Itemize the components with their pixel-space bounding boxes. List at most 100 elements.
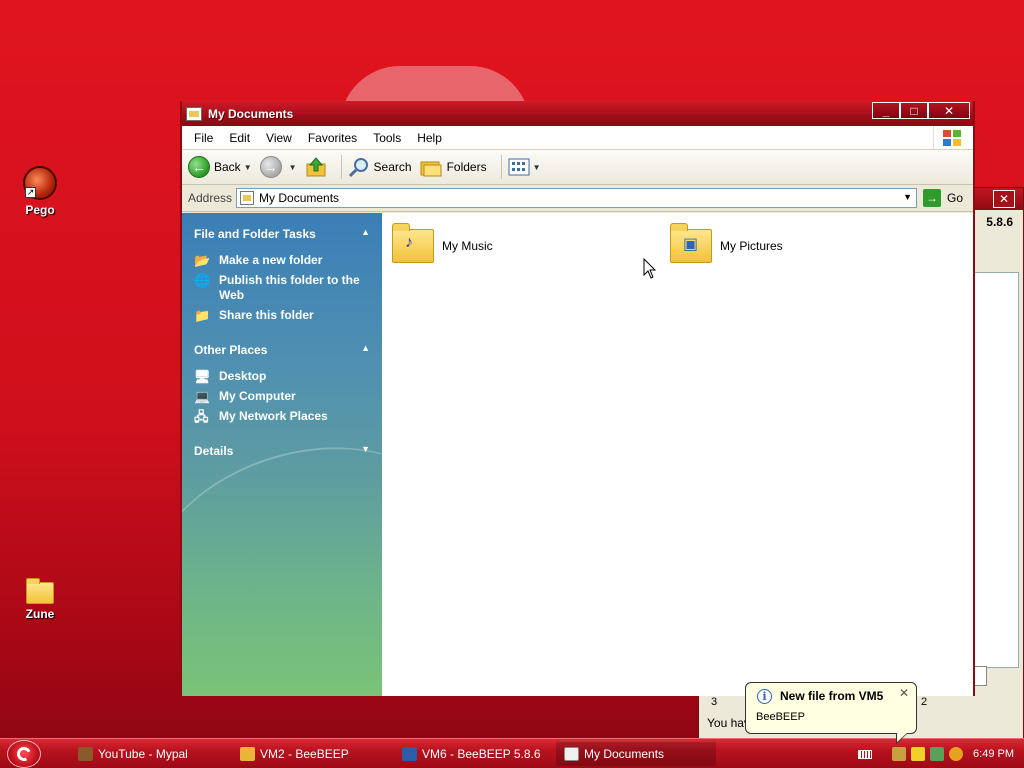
address-bar: Address My Documents ▼ → Go	[182, 185, 973, 212]
chevron-down-icon[interactable]: ▼	[361, 444, 370, 458]
chevron-down-icon[interactable]: ▼	[289, 163, 297, 172]
file-folder-tasks-section: File and Folder Tasks ▲ 📂 Make a new fol…	[194, 227, 370, 323]
address-input[interactable]: My Documents ▼	[236, 188, 918, 208]
place-label: Desktop	[219, 369, 267, 383]
file-view[interactable]: ♪ My Music ▣ My Pictures	[382, 213, 973, 696]
section-header[interactable]: Other Places ▲	[194, 343, 370, 357]
balloon-title: New file from VM5	[780, 689, 884, 703]
place-desktop[interactable]: 🖥 Desktop	[194, 369, 370, 384]
task-label: Publish this folder to the Web	[219, 273, 360, 302]
menu-help[interactable]: Help	[409, 131, 450, 145]
info-icon: i	[757, 689, 772, 704]
address-label: Address	[188, 191, 233, 205]
views-button[interactable]: ▼	[508, 158, 541, 176]
network-tray-icon[interactable]	[930, 747, 945, 761]
taskbar-button-label: VM2 - BeeBEEP	[260, 746, 349, 761]
menu-tools[interactable]: Tools	[365, 131, 409, 145]
desktop-icon: 🖥	[194, 369, 211, 384]
my-documents-icon	[564, 746, 579, 761]
address-value: My Documents	[259, 191, 340, 205]
taskbar-button-youtube-mypal[interactable]: YouTube - Mypal	[70, 742, 230, 766]
my-documents-icon	[186, 106, 202, 121]
chevron-up-icon[interactable]: ▲	[361, 227, 370, 241]
go-arrow-icon: →	[923, 189, 942, 207]
task-label: Make a new folder	[219, 253, 323, 267]
section-header[interactable]: File and Folder Tasks ▲	[194, 227, 370, 241]
up-folder-button[interactable]	[305, 156, 327, 178]
menu-edit[interactable]: Edit	[221, 131, 258, 145]
search-icon	[348, 158, 368, 178]
taskbar-button-label: VM6 - BeeBEEP 5.8.6	[422, 746, 541, 761]
forward-button[interactable]: → ▼	[259, 156, 297, 178]
chevron-down-icon[interactable]: ▼	[533, 163, 541, 172]
maximize-button[interactable]: □	[900, 102, 928, 119]
counter-left: 3	[711, 696, 718, 708]
folders-icon	[420, 161, 442, 177]
close-button[interactable]: ✕	[928, 102, 970, 119]
taskbar-button-label: YouTube - Mypal	[98, 746, 188, 761]
vm-icon	[402, 746, 417, 761]
system-tray: 6:49 PM	[854, 739, 1024, 768]
task-make-new-folder[interactable]: 📂 Make a new folder	[194, 253, 370, 268]
clock[interactable]: 6:49 PM	[973, 748, 1014, 760]
forward-arrow-icon: →	[259, 156, 282, 178]
taskbar-button-my-documents[interactable]: My Documents	[556, 741, 716, 766]
windows-logo-icon	[933, 126, 969, 149]
start-orb-icon	[7, 739, 41, 768]
folder-my-pictures[interactable]: ▣ My Pictures	[670, 223, 783, 263]
folders-button[interactable]: Folders	[420, 157, 487, 177]
section-title: File and Folder Tasks	[194, 227, 316, 241]
task-pane: File and Folder Tasks ▲ 📂 Make a new fol…	[182, 213, 382, 696]
background-close-button[interactable]: ✕	[993, 190, 1015, 208]
minimize-button[interactable]: _	[872, 102, 900, 119]
back-button[interactable]: ← Back ▼	[188, 156, 252, 178]
shield-icon[interactable]	[911, 747, 926, 761]
task-share-folder[interactable]: 📁 Share this folder	[194, 308, 370, 323]
folders-label: Folders	[446, 160, 487, 174]
section-header[interactable]: Details ▼	[194, 444, 370, 458]
menu-bar: File Edit View Favorites Tools Help	[182, 126, 973, 150]
back-arrow-icon: ←	[188, 156, 210, 178]
task-publish-to-web[interactable]: 🌐 Publish this folder to the Web	[194, 273, 370, 303]
window-content: File and Folder Tasks ▲ 📂 Make a new fol…	[182, 213, 973, 696]
taskbar-button-vm6-beebeep[interactable]: VM6 - BeeBEEP 5.8.6	[394, 742, 554, 766]
go-button[interactable]: → Go	[923, 189, 963, 207]
details-section: Details ▼	[194, 444, 370, 458]
back-label: Back	[214, 160, 241, 174]
window-controls: _ □ ✕	[872, 102, 970, 119]
folder-name: My Music	[442, 239, 493, 253]
search-button[interactable]: Search	[348, 156, 412, 178]
balloon-tail-inner	[897, 733, 907, 742]
task-label: Share this folder	[219, 308, 314, 322]
section-title: Other Places	[194, 343, 268, 357]
taskbar-button-label: My Documents	[584, 746, 665, 761]
window-titlebar[interactable]: My Documents _ □ ✕	[182, 101, 973, 126]
search-tray-icon[interactable]	[949, 747, 964, 761]
menu-favorites[interactable]: Favorites	[300, 131, 365, 145]
standard-toolbar: ← Back ▼ → ▼ Search Folders ▼	[182, 150, 973, 185]
place-my-network-places[interactable]: 🖧 My Network Places	[194, 409, 370, 424]
explorer-window[interactable]: My Documents _ □ ✕ File Edit View Favori…	[180, 101, 975, 696]
taskbar-button-vm2-beebeep[interactable]: VM2 - BeeBEEP	[232, 742, 392, 766]
pego-app-icon: ↗	[23, 166, 57, 200]
computer-icon: 💻	[194, 389, 211, 404]
music-folder-icon: ♪	[392, 223, 434, 263]
share-folder-icon: 📁	[194, 308, 211, 323]
desktop-icon-pego[interactable]: ↗ Pego	[8, 166, 72, 217]
menu-file[interactable]: File	[186, 131, 221, 145]
beebeep-tray-icon[interactable]	[892, 747, 907, 761]
chevron-up-icon[interactable]: ▲	[361, 343, 370, 357]
version-label: 5.8.6	[986, 215, 1013, 229]
menu-view[interactable]: View	[258, 131, 300, 145]
beebeep-icon	[240, 746, 255, 761]
chevron-down-icon[interactable]: ▼	[903, 192, 912, 202]
start-button[interactable]	[0, 739, 48, 768]
desktop-icon-zune[interactable]: Zune	[8, 576, 72, 621]
place-my-computer[interactable]: 💻 My Computer	[194, 389, 370, 404]
chevron-down-icon[interactable]: ▼	[244, 163, 252, 172]
folder-my-music[interactable]: ♪ My Music	[392, 223, 493, 263]
other-places-section: Other Places ▲ 🖥 Desktop 💻 My Computer 🖧…	[194, 343, 370, 424]
notification-balloon[interactable]: i New file from VM5 ✕ BeeBEEP	[745, 682, 917, 744]
folder-name: My Pictures	[720, 239, 783, 253]
balloon-close-button[interactable]: ✕	[899, 686, 909, 700]
